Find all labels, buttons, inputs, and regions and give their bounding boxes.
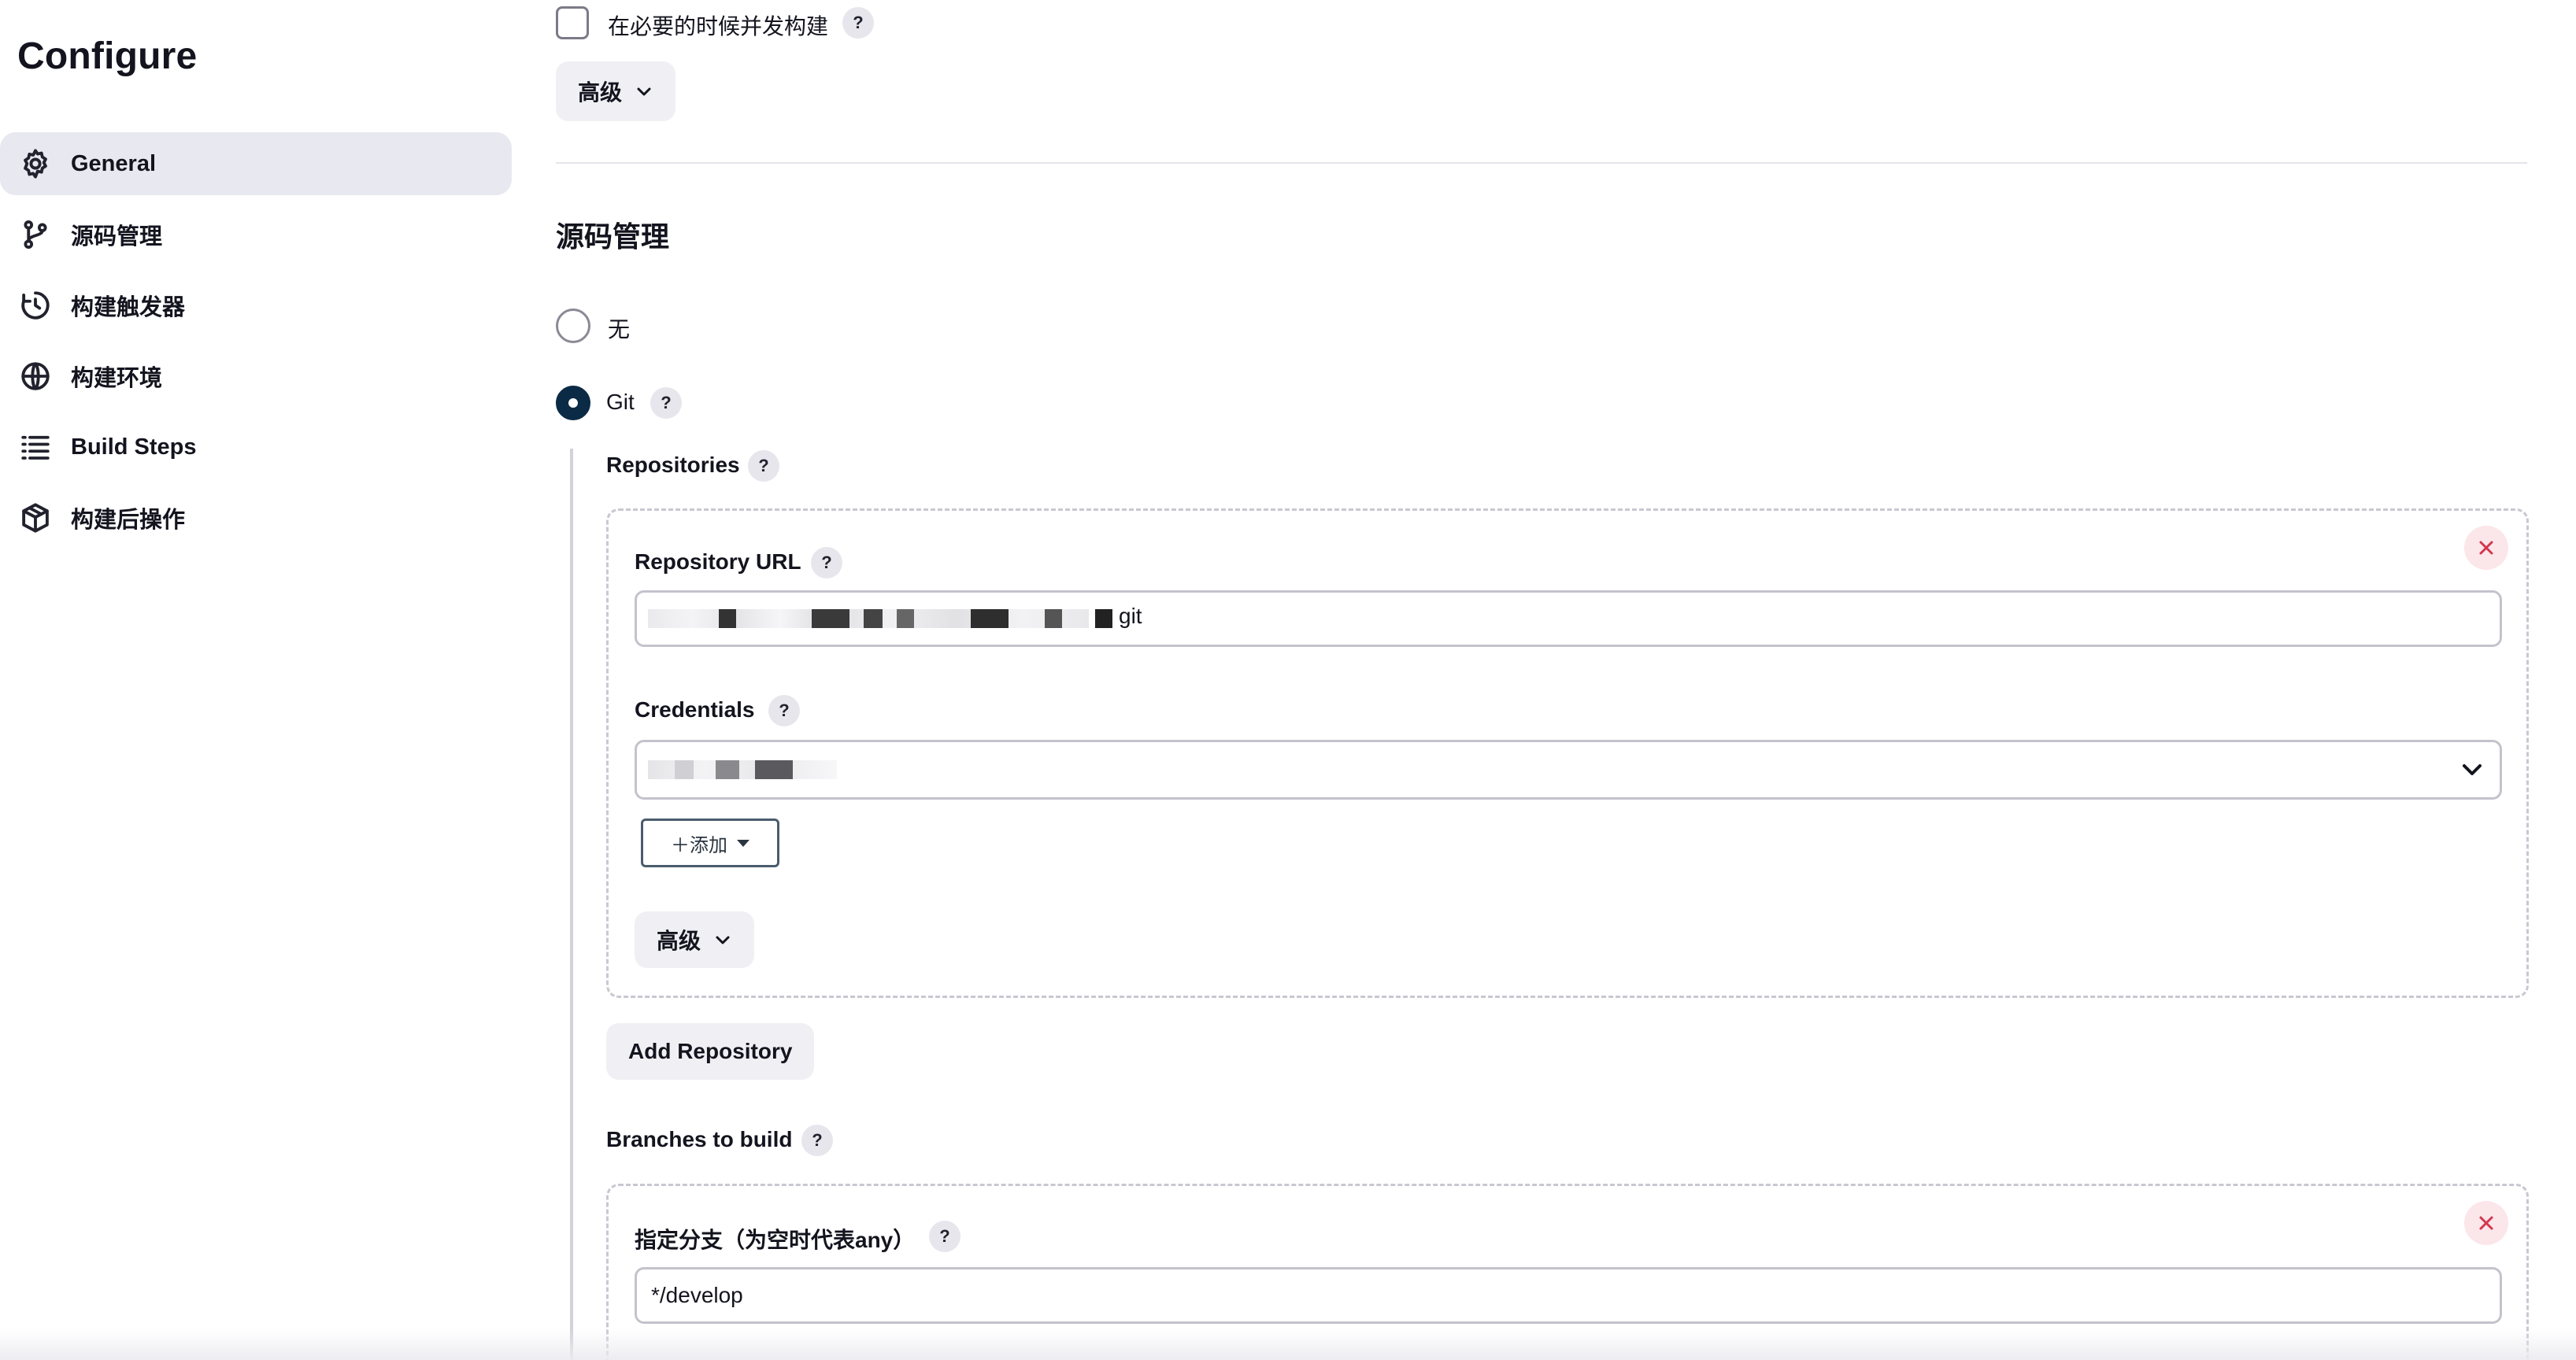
- redacted-block: [864, 609, 883, 628]
- sidebar-item-general[interactable]: General: [0, 132, 512, 195]
- add-repository-label: Add Repository: [628, 1039, 793, 1063]
- repository-url-input[interactable]: git: [635, 590, 2502, 647]
- scm-none-label: 无: [608, 317, 631, 342]
- redacted-block: [812, 609, 849, 628]
- sidebar-item-label: 构建环境: [71, 366, 163, 391]
- chevron-down-icon: [713, 930, 732, 949]
- sidebar-item-build-triggers[interactable]: 构建触发器: [0, 274, 512, 337]
- repositories-label: Repositories: [606, 453, 740, 477]
- caret-down-icon: [737, 839, 749, 847]
- branch-specifier-input[interactable]: */develop: [635, 1267, 2502, 1324]
- concurrent-build-checkbox[interactable]: [556, 6, 589, 39]
- chevron-down-icon: [2460, 758, 2484, 782]
- branch-icon: [19, 218, 52, 251]
- advanced-label: 高级: [657, 929, 701, 953]
- sidebar-item-label: 构建后操作: [71, 508, 186, 533]
- scm-section-title: 源码管理: [556, 220, 670, 253]
- chevron-down-icon: [635, 82, 653, 101]
- branches-help-icon[interactable]: ?: [801, 1125, 833, 1156]
- sidebar-item-build-environment[interactable]: 构建环境: [0, 345, 512, 408]
- remove-repository-button[interactable]: [2464, 526, 2508, 570]
- advanced-label: 高级: [578, 80, 623, 105]
- close-icon: [2479, 541, 2493, 555]
- branch-specifier-label: 指定分支（为空时代表any）: [635, 1228, 916, 1252]
- repository-url-label: Repository URL: [635, 549, 801, 574]
- concurrent-build-label: 在必要的时候并发构建: [608, 14, 829, 39]
- sidebar-item-post-build[interactable]: 构建后操作: [0, 486, 512, 549]
- gear-icon: [19, 147, 52, 180]
- git-options-indent-line: [570, 449, 573, 1360]
- redacted-block: [755, 760, 793, 779]
- sidebar-item-build-steps[interactable]: Build Steps: [0, 416, 512, 479]
- bottom-fade: [0, 1329, 2576, 1360]
- redacted-block: [716, 760, 739, 779]
- sidebar-item-label: 源码管理: [71, 224, 163, 249]
- add-credentials-label: ＋添加: [671, 834, 727, 856]
- remove-branch-button[interactable]: [2464, 1201, 2508, 1245]
- sidebar: Configure General 源码管理 构建触发器 构建环境 Build …: [0, 0, 520, 1360]
- scm-git-radio[interactable]: [556, 386, 590, 420]
- close-icon: [2479, 1216, 2493, 1230]
- repository-advanced-button[interactable]: 高级: [635, 911, 755, 968]
- credentials-help-icon[interactable]: ?: [768, 695, 800, 726]
- redacted-block: [1095, 609, 1112, 628]
- package-icon: [19, 501, 52, 534]
- sidebar-nav: General 源码管理 构建触发器 构建环境 Build Steps 构建后操…: [0, 132, 512, 557]
- page-title: Configure: [17, 35, 198, 77]
- branch-specifier-value: */develop: [651, 1283, 743, 1307]
- main-content: 在必要的时候并发构建 ? 高级 源码管理 无 Git ? Repositorie…: [556, 0, 2540, 1360]
- scm-git-label: Git: [606, 390, 635, 414]
- redacted-block: [675, 760, 694, 779]
- scm-none-radio[interactable]: [556, 309, 590, 343]
- section-divider: [556, 162, 2527, 164]
- add-repository-button[interactable]: Add Repository: [606, 1023, 815, 1080]
- sidebar-item-label: 构建触发器: [71, 295, 186, 320]
- credentials-label: Credentials: [635, 697, 755, 722]
- redacted-block: [719, 609, 736, 628]
- sidebar-item-label: Build Steps: [71, 434, 197, 460]
- clock-icon: [19, 289, 52, 322]
- sidebar-item-label: General: [71, 150, 156, 176]
- repository-url-value: git: [1119, 604, 1142, 628]
- branch-specifier-help-icon[interactable]: ?: [929, 1221, 960, 1252]
- repository-url-help-icon[interactable]: ?: [811, 547, 842, 578]
- concurrent-build-help-icon[interactable]: ?: [842, 7, 874, 39]
- globe-icon: [19, 360, 52, 393]
- redacted-block: [971, 609, 1009, 628]
- redacted-block: [1045, 609, 1062, 628]
- branches-label: Branches to build: [606, 1127, 793, 1151]
- repositories-help-icon[interactable]: ?: [748, 450, 779, 482]
- sidebar-item-scm[interactable]: 源码管理: [0, 203, 512, 266]
- redacted-block: [897, 609, 914, 628]
- add-credentials-button[interactable]: ＋添加: [641, 819, 779, 867]
- general-advanced-button[interactable]: 高级: [556, 61, 676, 121]
- list-icon: [19, 431, 52, 464]
- credentials-select[interactable]: [635, 740, 2502, 800]
- scm-git-help-icon[interactable]: ?: [650, 387, 682, 419]
